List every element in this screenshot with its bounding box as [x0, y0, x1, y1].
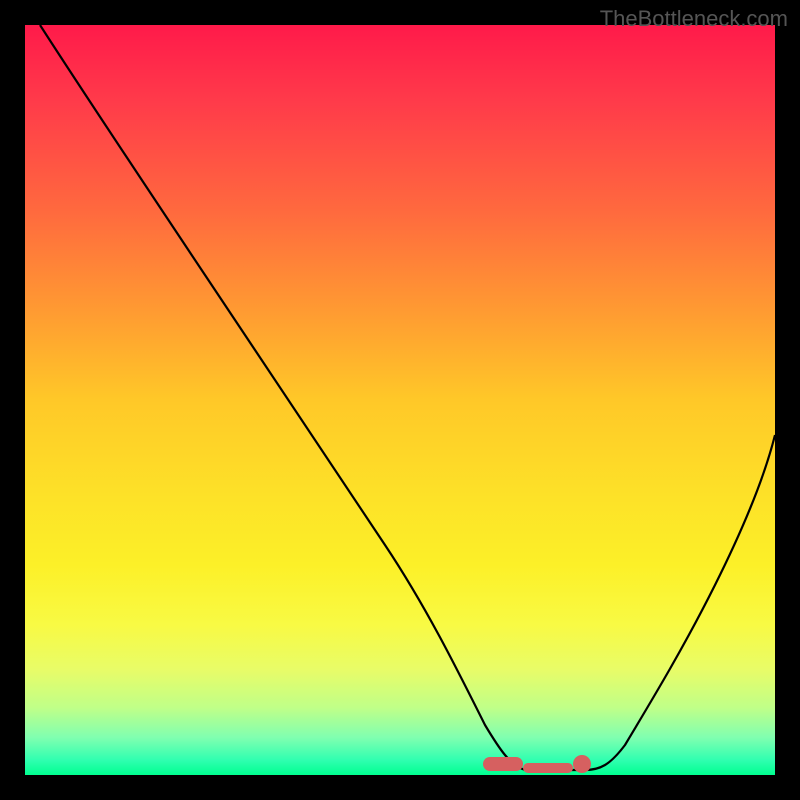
- bottleneck-curve-path: [40, 25, 775, 770]
- watermark-text: TheBottleneck.com: [600, 6, 788, 32]
- optimal-range-marker-left: [483, 757, 523, 771]
- optimal-range-marker-mid: [523, 763, 573, 773]
- curve-layer: [25, 25, 775, 775]
- chart-plot-area: [25, 25, 775, 775]
- optimal-range-marker-right: [573, 755, 591, 773]
